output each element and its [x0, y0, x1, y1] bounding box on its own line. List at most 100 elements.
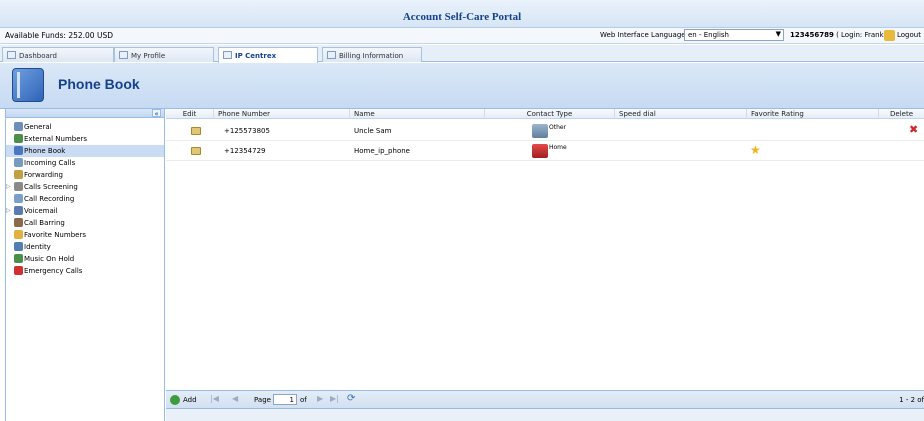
sidebar-item-incoming-calls[interactable]: Incoming Calls: [6, 157, 164, 169]
tab-my-profile[interactable]: My Profile: [114, 47, 214, 62]
chevron-down-icon: ▼: [775, 30, 781, 38]
expand-icon[interactable]: ▷: [6, 205, 11, 217]
sidebar-item-label: Phone Book: [24, 147, 66, 155]
col-delete[interactable]: Delete: [878, 109, 924, 119]
refresh-icon[interactable]: ⟳: [347, 393, 355, 404]
tab-ip-centrex[interactable]: IP Centrex: [218, 47, 318, 63]
identity-icon: [14, 242, 23, 251]
phone-number-cell: +125573805: [224, 127, 270, 135]
record-count: 1 - 2 of: [899, 396, 924, 404]
add-button[interactable]: Add: [183, 396, 197, 404]
call-barring-icon: [14, 218, 23, 227]
sidebar-item-general[interactable]: General: [6, 121, 164, 133]
col-favorite-rating[interactable]: Favorite Rating: [746, 109, 878, 119]
account-info: 123456789 ( Login: Frank ): [790, 31, 889, 39]
col-phone-number[interactable]: Phone Number: [213, 109, 349, 119]
add-icon[interactable]: [170, 395, 180, 405]
page-banner: Phone Book: [0, 63, 924, 109]
next-page-icon[interactable]: ▶: [317, 394, 323, 403]
sidebar-item-forwarding[interactable]: Forwarding: [6, 169, 164, 181]
first-page-icon[interactable]: |◀: [210, 394, 219, 403]
sidebar-item-label: Voicemail: [24, 207, 58, 215]
sidebar-item-label: Call Recording: [24, 195, 75, 203]
phone-number-cell: +12354729: [224, 147, 266, 155]
name-cell: Uncle Sam: [354, 127, 392, 135]
language-select[interactable]: en - English ▼: [684, 29, 784, 41]
call-recording-icon: [14, 194, 23, 203]
sidebar-item-call-recording[interactable]: Call Recording: [6, 193, 164, 205]
tab-my-profile-label: My Profile: [131, 52, 166, 60]
voicemail-icon: [14, 206, 23, 215]
tab-dashboard[interactable]: Dashboard: [2, 47, 114, 62]
sidebar: « General External Numbers Phone Book Incom…: [5, 109, 165, 421]
col-edit[interactable]: Edit: [166, 109, 213, 119]
dashboard-icon: [7, 51, 16, 59]
sidebar-item-calls-screening[interactable]: ▷ Calls Screening: [6, 181, 164, 193]
sidebar-item-label: Favorite Numbers: [24, 231, 86, 239]
emergency-calls-icon: [14, 266, 23, 275]
sidebar-item-phone-book[interactable]: Phone Book: [6, 145, 164, 157]
sidebar-tree: General External Numbers Phone Book Incomin…: [6, 118, 164, 277]
delete-icon[interactable]: ✖: [909, 123, 918, 136]
logout-icon[interactable]: [884, 30, 895, 41]
logout-link[interactable]: Logout: [897, 31, 921, 39]
expand-icon[interactable]: ▷: [6, 181, 11, 193]
external-numbers-icon: [14, 134, 23, 143]
language-label: Web Interface Language:: [600, 31, 688, 39]
login-name: ( Login: Frank ): [836, 31, 889, 39]
page-of-label: of: [300, 396, 307, 404]
contact-type-cell: Home: [549, 144, 567, 151]
app-title: Account Self-Care Portal: [402, 11, 522, 23]
sidebar-item-label: Calls Screening: [24, 183, 78, 191]
edit-icon[interactable]: [191, 147, 201, 155]
star-icon[interactable]: ★: [750, 143, 761, 157]
paging-toolbar: Add |◀ ◀ Page 1 of ▶ ▶| ⟳ 1 - 2 of: [166, 390, 924, 409]
sidebar-item-label: Call Barring: [24, 219, 65, 227]
table-row[interactable]: +125573805 Uncle Sam Other ✖: [166, 121, 924, 141]
contact-type-cell: Other: [549, 124, 567, 131]
col-contact-type[interactable]: Contact Type: [484, 109, 614, 119]
last-page-icon[interactable]: ▶|: [330, 394, 339, 403]
sidebar-item-identity[interactable]: Identity: [6, 241, 164, 253]
edit-icon[interactable]: [191, 127, 201, 135]
favorite-numbers-icon: [14, 230, 23, 239]
title-bar: Account Self-Care Portal: [0, 0, 924, 28]
sidebar-item-external-numbers[interactable]: External Numbers: [6, 133, 164, 145]
sidebar-item-emergency-calls[interactable]: Emergency Calls: [6, 265, 164, 277]
account-number: 123456789: [790, 31, 834, 39]
calls-screening-icon: [14, 182, 23, 191]
sidebar-item-label: Forwarding: [24, 171, 63, 179]
page-title: Phone Book: [58, 76, 140, 92]
incoming-calls-icon: [14, 158, 23, 167]
tab-dashboard-label: Dashboard: [19, 52, 57, 60]
profile-icon: [119, 51, 128, 59]
col-speed-dial[interactable]: Speed dial: [614, 109, 746, 119]
sidebar-item-label: External Numbers: [24, 135, 88, 143]
sidebar-item-label: Identity: [24, 243, 51, 251]
page-input[interactable]: 1: [273, 394, 297, 405]
collapse-button[interactable]: «: [152, 109, 161, 118]
sidebar-item-voicemail[interactable]: ▷ Voicemail: [6, 205, 164, 217]
grid-header: Edit Phone Number Name Contact Type Spee…: [166, 109, 924, 119]
table-row[interactable]: +12354729 Home_ip_phone Home ★: [166, 141, 924, 161]
sidebar-item-label: General: [24, 123, 52, 131]
page-label: Page: [254, 396, 271, 404]
sidebar-item-music-on-hold[interactable]: Music On Hold: [6, 253, 164, 265]
prev-page-icon[interactable]: ◀: [232, 394, 238, 403]
name-cell: Home_ip_phone: [354, 147, 410, 155]
sidebar-item-label: Incoming Calls: [24, 159, 76, 167]
tab-billing-information[interactable]: Billing Information: [322, 47, 422, 62]
phone-book-icon: [12, 68, 44, 102]
sidebar-item-label: Music On Hold: [24, 255, 75, 263]
home-icon: [532, 144, 548, 158]
col-name[interactable]: Name: [349, 109, 484, 119]
phone-other-icon: [532, 124, 548, 138]
music-on-hold-icon: [14, 254, 23, 263]
phone-book-grid: Edit Phone Number Name Contact Type Spee…: [166, 109, 924, 421]
available-funds: Available Funds: 252.00 USD: [5, 31, 113, 40]
billing-icon: [327, 51, 336, 59]
sidebar-item-call-barring[interactable]: Call Barring: [6, 217, 164, 229]
sidebar-item-favorite-numbers[interactable]: Favorite Numbers: [6, 229, 164, 241]
tab-strip: Dashboard My Profile IP Centrex Billing …: [0, 45, 924, 63]
general-icon: [14, 122, 23, 131]
